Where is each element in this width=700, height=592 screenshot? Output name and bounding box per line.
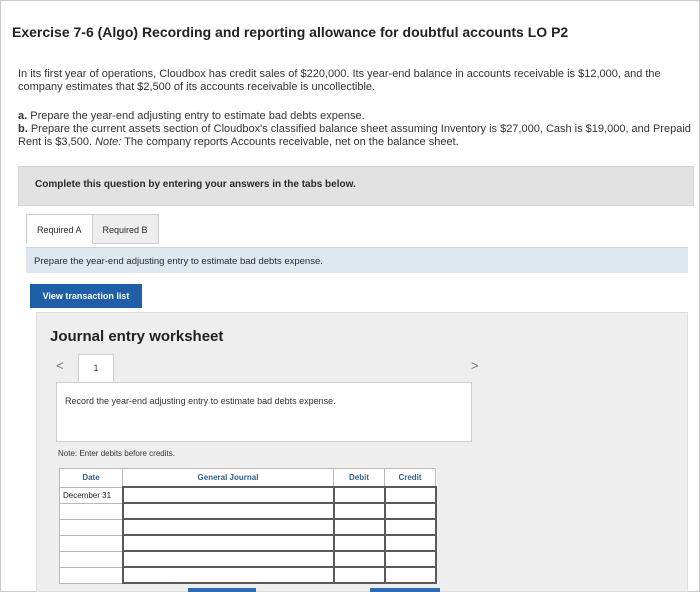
tab-required-a[interactable]: Required A [26,214,93,244]
column-header-credit: Credit [384,468,436,488]
prepare-instruction-text: Prepare the year-end adjusting entry to … [34,256,323,267]
account-input[interactable] [121,486,335,504]
requirement-a-letter: a. [18,110,28,122]
requirement-b-note-label: Note: [95,136,122,148]
account-input[interactable] [121,534,335,552]
column-header-debit: Debit [333,468,385,488]
requirement-a: a. Prepare the year-end adjusting entry … [18,110,693,123]
worksheet-title: Journal entry worksheet [50,328,224,345]
date-cell [59,550,123,568]
account-input[interactable] [121,550,335,568]
journal-header-row: Date General Journal Debit Credit [59,468,436,488]
table-row [59,518,437,536]
debit-input[interactable] [332,518,386,536]
date-cell [59,534,123,552]
column-header-general-journal: General Journal [122,468,334,488]
table-row [59,502,437,520]
credit-input[interactable] [383,566,437,584]
table-row [59,534,437,552]
record-instruction-text: Record the year-end adjusting entry to e… [65,396,336,406]
table-row [59,550,437,568]
column-header-date: Date [59,468,123,488]
debit-input[interactable] [332,550,386,568]
table-row: December 31 [59,486,437,504]
table-row [59,566,437,584]
credit-input[interactable] [383,550,437,568]
exercise-title: Exercise 7-6 (Algo) Recording and report… [12,24,569,40]
date-cell: December 31 [59,486,123,504]
account-input[interactable] [121,518,335,536]
account-input[interactable] [121,566,335,584]
instructions-label: Complete this question by entering your … [35,179,356,190]
bottom-button-edge[interactable] [370,588,440,592]
credit-input[interactable] [383,534,437,552]
exercise-intro: In its first year of operations, Cloudbo… [18,68,661,93]
tab-required-b[interactable]: Required B [92,214,159,244]
requirements-list: a. Prepare the year-end adjusting entry … [18,110,693,149]
credit-input[interactable] [383,486,437,504]
prepare-instruction-bar: Prepare the year-end adjusting entry to … [26,247,688,273]
chevron-right-icon[interactable]: > [471,358,479,373]
debits-credits-note: Note: Enter debits before credits. [58,449,175,458]
debit-input[interactable] [332,502,386,520]
requirement-tabs: Required A Required B [26,214,159,246]
instructions-box: Complete this question by entering your … [18,166,694,206]
date-cell [59,566,123,584]
credit-input[interactable] [383,502,437,520]
journal-table: Date General Journal Debit Credit Decemb… [59,468,437,584]
chevron-left-icon[interactable]: < [56,358,64,373]
requirement-b: b. Prepare the current assets section of… [18,123,693,149]
account-input[interactable] [121,502,335,520]
requirement-b-note-text: The company reports Accounts receivable,… [121,136,459,148]
date-cell [59,518,123,536]
debit-input[interactable] [332,534,386,552]
credit-input[interactable] [383,518,437,536]
debit-input[interactable] [332,486,386,504]
date-cell [59,502,123,520]
view-transaction-list-button[interactable]: View transaction list [30,284,142,308]
debit-input[interactable] [332,566,386,584]
requirement-b-letter: b. [18,123,28,135]
worksheet-page-tab[interactable]: 1 [78,354,114,382]
requirement-a-text: Prepare the year-end adjusting entry to … [27,110,365,122]
record-instruction-box: Record the year-end adjusting entry to e… [56,382,472,442]
bottom-button-edge[interactable] [188,588,256,592]
